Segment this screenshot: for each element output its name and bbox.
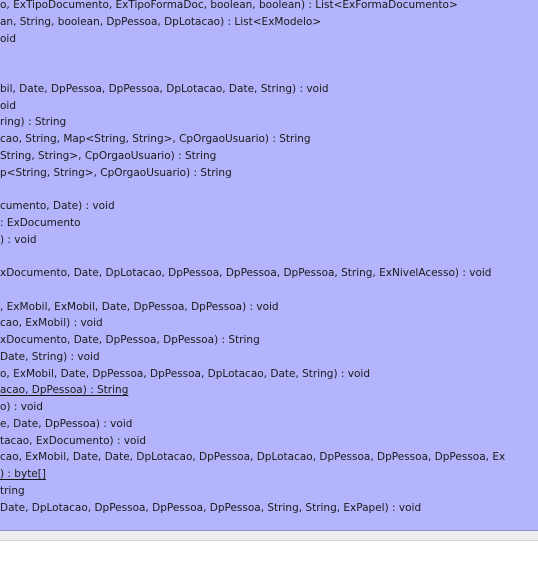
method-row: cao, ExMobil, Date, Date, DpLotacao, DpP… [0,451,506,464]
method-row: o, ExTipoDocumento, ExTipoFormaDoc, bool… [0,0,458,11]
horizontal-scrollbar[interactable] [0,531,538,541]
method-row: xDocumento, Date, DpPessoa, DpPessoa) : … [0,334,260,346]
method-row: o) : void [0,401,43,413]
method-row: cumento, Date) : void [0,200,115,212]
method-row: bil, Date, DpPessoa, DpPessoa, DpLotacao… [0,82,329,95]
method-row: xDocumento, Date, DpLotacao, DpPessoa, D… [0,267,492,279]
method-row: cao, ExMobil) : void [0,317,103,330]
method-row: tring [0,484,25,497]
method-row: oid [0,32,17,45]
method-row: oid [0,99,17,112]
method-row: Date, String) : void [0,350,100,363]
method-row: o, ExMobil, Date, DpPessoa, DpPessoa, Dp… [0,367,370,380]
empty-area [0,541,538,575]
method-row: e, Date, DpPessoa) : void [0,417,133,430]
method-row: , ExMobil, ExMobil, Date, DpPessoa, DpPe… [0,300,279,313]
method-row: p<String, String>, CpOrgaoUsuario) : Str… [0,166,232,179]
method-row: cao, String, Map<String, String>, CpOrga… [0,133,311,145]
method-row: ring) : String [0,116,67,129]
method-row: String, String>, CpOrgaoUsuario) : Strin… [0,149,217,162]
method-row: : ExDocumento [0,216,81,229]
method-list: o, ExTipoDocumento, ExTipoFormaDoc, bool… [0,0,538,530]
method-row: Date, DpLotacao, DpPessoa, DpPessoa, DpP… [0,501,422,514]
method-list-panel: o, ExTipoDocumento, ExTipoFormaDoc, bool… [0,0,538,531]
method-row: ) : void [0,233,37,246]
method-row: tacao, ExDocumento) : void [0,434,147,447]
method-link[interactable]: ) : byte[] [0,466,46,482]
method-link[interactable]: acao, DpPessoa) : String [0,382,128,398]
method-row: an, String, boolean, DpPessoa, DpLotacao… [0,15,322,28]
